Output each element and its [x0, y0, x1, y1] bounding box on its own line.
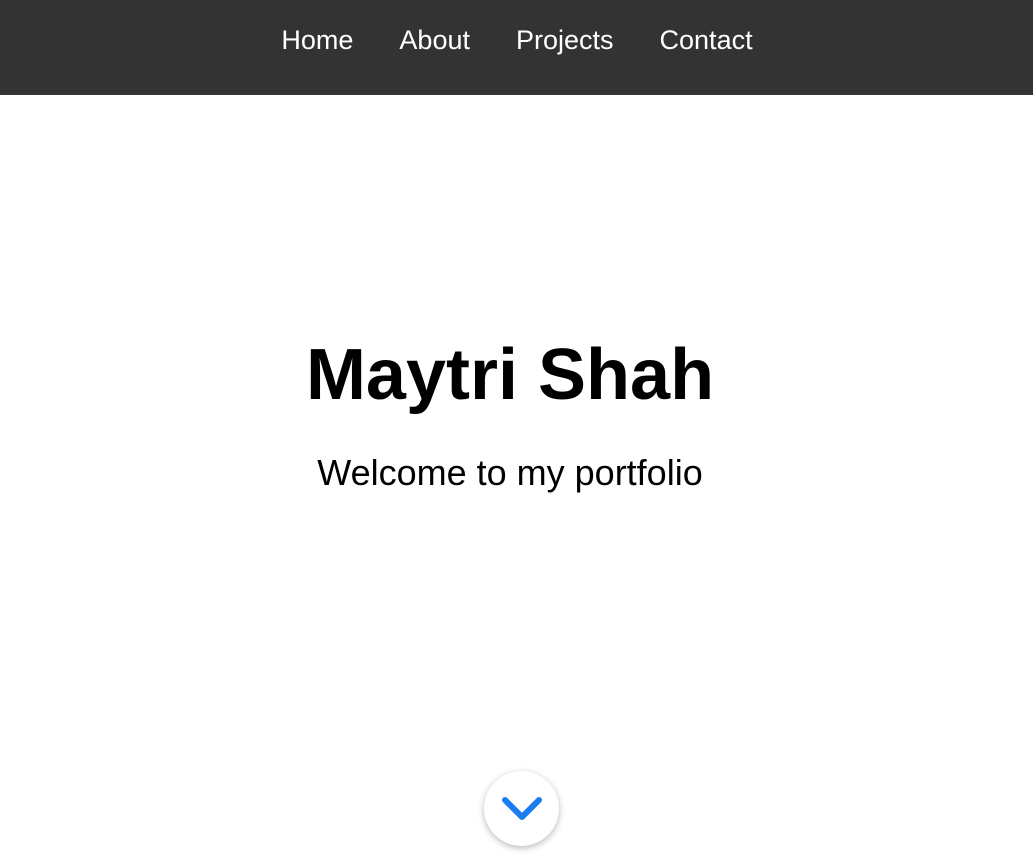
- chevron-down-icon: [501, 796, 542, 820]
- nav-link-home[interactable]: Home: [280, 25, 353, 55]
- nav-link-about[interactable]: About: [398, 25, 470, 55]
- nav-item-contact: Contact: [659, 25, 753, 55]
- nav-item-projects: Projects: [515, 25, 614, 55]
- nav-item-about: About: [398, 25, 470, 55]
- nav-menu: Home About Projects Contact: [0, 0, 1033, 80]
- nav-link-contact[interactable]: Contact: [659, 25, 753, 55]
- nav-item-home: Home: [280, 25, 353, 55]
- scroll-down-button[interactable]: [484, 771, 559, 846]
- hero-subtitle: Welcome to my portfolio: [317, 452, 703, 493]
- hero-title: Maytri Shah: [305, 335, 715, 415]
- top-navbar: Home About Projects Contact: [0, 0, 1033, 95]
- nav-link-projects[interactable]: Projects: [515, 25, 614, 55]
